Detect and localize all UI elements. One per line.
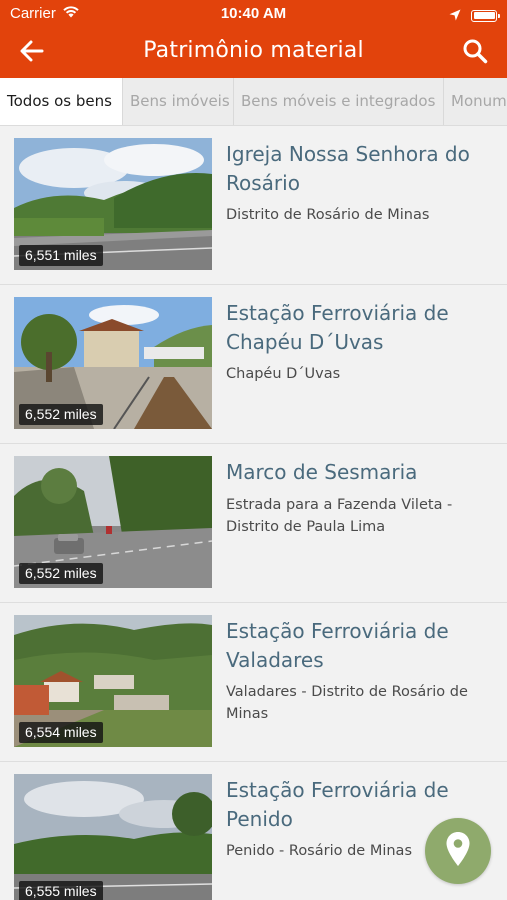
status-time: 10:40 AM (220, 5, 287, 22)
status-bar: Carrier 10:40 AM (0, 0, 507, 28)
item-title: Igreja Nossa Senhora do Rosário (226, 142, 470, 195)
item-photo: 6,555 miles (14, 774, 212, 900)
location-arrow-icon (449, 6, 461, 25)
item-address: Valadares - Distrito de Rosário de Minas (226, 684, 468, 722)
search-icon (462, 38, 488, 68)
map-pin-icon (445, 831, 471, 871)
page-title: Patrimônio material (143, 38, 364, 63)
distance-badge: 6,554 miles (19, 722, 103, 743)
distance-badge: 6,552 miles (19, 563, 103, 584)
distance-badge: 6,551 miles (19, 245, 103, 266)
item-photo: 6,552 miles (14, 297, 212, 429)
heritage-list: 6,551 miles Igreja Nossa Senhora do Rosá… (0, 126, 507, 900)
battery-level (473, 12, 495, 19)
list-item[interactable]: 6,551 miles Igreja Nossa Senhora do Rosá… (0, 126, 507, 285)
search-button[interactable] (457, 36, 493, 70)
status-indicators (449, 6, 500, 25)
navigation-bar: Patrimônio material (0, 28, 507, 78)
item-title: Marco de Sesmaria (226, 460, 418, 484)
category-tabs: Todos os bens Bens imóveis Bens móveis e… (0, 78, 507, 126)
item-title: Estação Ferroviária de Chapéu D´Uvas (226, 301, 449, 354)
item-title: Estação Ferroviária de Valadares (226, 619, 449, 672)
distance-badge: 6,552 miles (19, 404, 103, 425)
tab-bens-moveis-e-integrados[interactable]: Bens móveis e integrados (234, 78, 444, 125)
list-item[interactable]: 6,554 miles Estação Ferroviária de Valad… (0, 603, 507, 762)
item-address: Estrada para a Fazenda Vileta - Distrito… (226, 497, 453, 535)
battery-icon (471, 9, 500, 22)
item-photo: 6,552 miles (14, 456, 212, 588)
list-item[interactable]: 6,552 miles Estação Ferroviária de Chapé… (0, 285, 507, 444)
item-address: Distrito de Rosário de Minas (226, 207, 430, 223)
item-photo: 6,551 miles (14, 138, 212, 270)
list-item[interactable]: 6,552 miles Marco de Sesmaria Estrada pa… (0, 444, 507, 603)
back-button[interactable] (14, 36, 50, 70)
tab-bens-imoveis[interactable]: Bens imóveis (123, 78, 234, 125)
item-photo: 6,554 miles (14, 615, 212, 747)
distance-badge: 6,555 miles (19, 881, 103, 900)
tab-todos-os-bens[interactable]: Todos os bens (0, 78, 123, 125)
item-address: Chapéu D´Uvas (226, 366, 341, 382)
back-arrow-icon (20, 40, 44, 66)
tab-monumentos[interactable]: Monum (444, 78, 507, 125)
app-header: Carrier 10:40 AM Patrimônio material (0, 0, 507, 78)
map-view-button[interactable] (425, 818, 491, 884)
